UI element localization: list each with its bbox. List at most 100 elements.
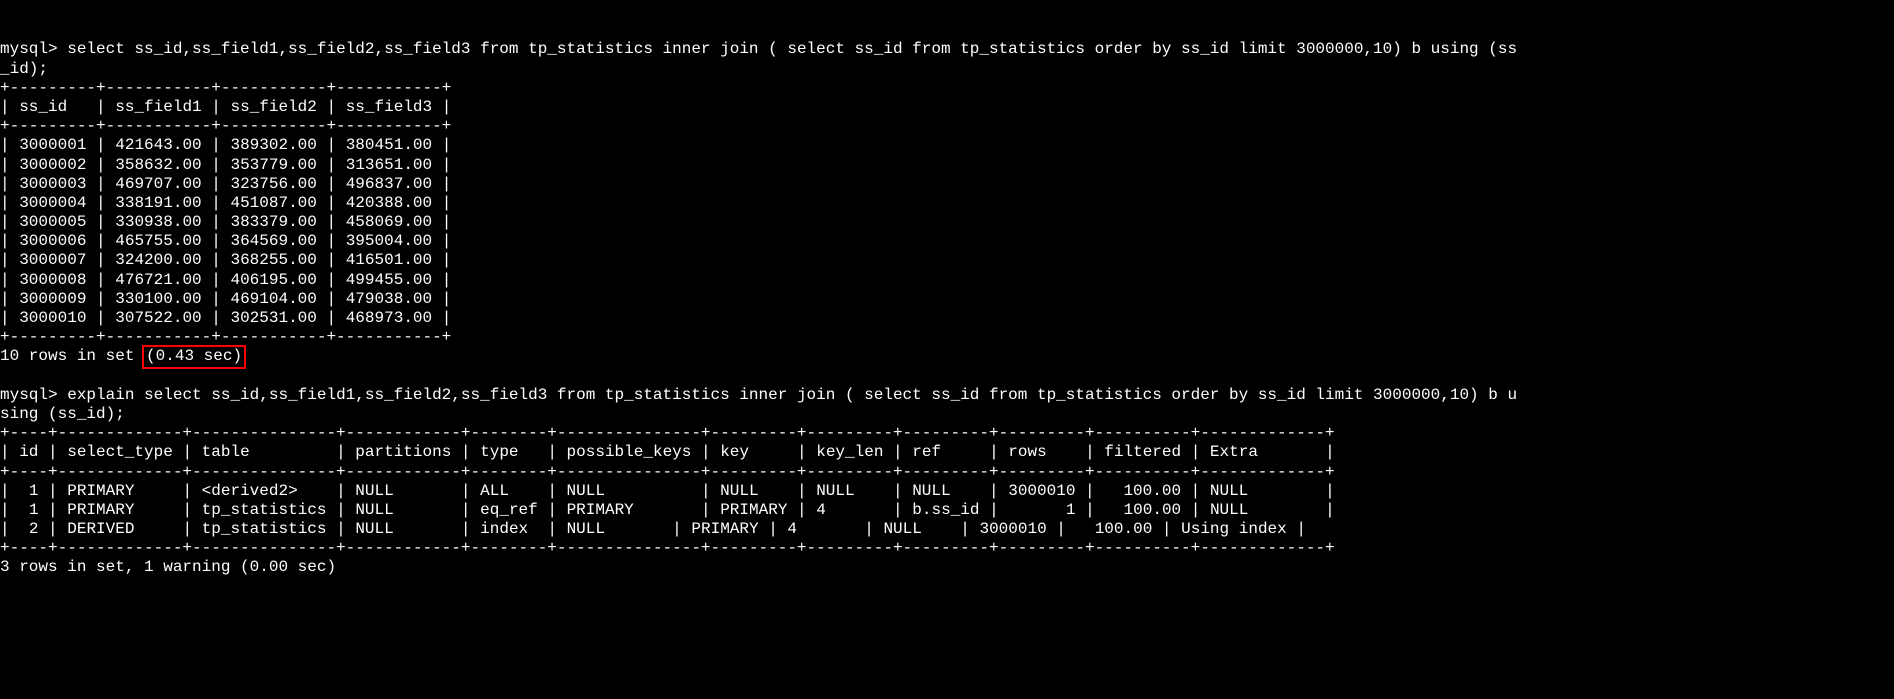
cell: 476721.00 — [115, 271, 201, 289]
cell: 465755.00 — [115, 232, 201, 250]
cell: 406195.00 — [230, 271, 316, 289]
prompt: mysql> — [0, 386, 58, 404]
cell: 100.00 — [1123, 482, 1181, 500]
table-border: +---------+-----------+-----------+-----… — [0, 117, 451, 135]
cell: 302531.00 — [230, 309, 316, 327]
table-border: +----+-------------+---------------+----… — [0, 539, 1335, 557]
cell: 469104.00 — [230, 290, 316, 308]
table-border: +----+-------------+---------------+----… — [0, 463, 1335, 481]
col-header: Extra — [1210, 443, 1258, 461]
cell: 380451.00 — [346, 136, 432, 154]
cell: DERIVED — [67, 520, 134, 538]
col-header: ref — [912, 443, 941, 461]
col-header: id — [19, 443, 38, 461]
sql-query: explain select ss_id,ss_field1,ss_field2… — [67, 386, 1517, 404]
cell: NULL — [883, 520, 921, 538]
col-header: select_type — [67, 443, 173, 461]
cell: 1 — [1066, 501, 1076, 519]
cell: 2 — [29, 520, 39, 538]
cell: NULL — [567, 520, 605, 538]
table-border: +---------+-----------+-----------+-----… — [0, 328, 451, 346]
cell: tp_statistics — [202, 520, 327, 538]
col-header: possible_keys — [567, 443, 692, 461]
cell: 338191.00 — [115, 194, 201, 212]
col-header: rows — [1008, 443, 1046, 461]
cell: 353779.00 — [230, 156, 316, 174]
cell: 358632.00 — [115, 156, 201, 174]
rows-summary: 3 rows in set, 1 warning (0.00 sec) — [0, 558, 336, 576]
cell: 1 — [29, 501, 39, 519]
cell: NULL — [355, 520, 393, 538]
cell: NULL — [1210, 501, 1248, 519]
cell: 458069.00 — [346, 213, 432, 231]
cell: tp_statistics — [202, 501, 327, 519]
sql-query: select ss_id,ss_field1,ss_field2,ss_fiel… — [67, 40, 1517, 58]
cell: 496837.00 — [346, 175, 432, 193]
cell: 3000004 — [19, 194, 86, 212]
sql-query-line2: _id); — [0, 60, 48, 78]
cell: eq_ref — [480, 501, 538, 519]
col-header: ss_field3 — [346, 98, 432, 116]
cell: 395004.00 — [346, 232, 432, 250]
cell: 3000010 — [1008, 482, 1075, 500]
cell: PRIMARY — [67, 501, 134, 519]
col-header: ss_field1 — [115, 98, 201, 116]
cell: 468973.00 — [346, 309, 432, 327]
col-header: key — [720, 443, 749, 461]
cell: ALL — [480, 482, 509, 500]
cell: 4 — [816, 501, 826, 519]
table-border: +---------+-----------+-----------+-----… — [0, 79, 451, 97]
cell: 3000001 — [19, 136, 86, 154]
cell: 330938.00 — [115, 213, 201, 231]
cell: NULL — [355, 501, 393, 519]
col-header: partitions — [355, 443, 451, 461]
cell: 451087.00 — [230, 194, 316, 212]
terminal[interactable]: mysql> select ss_id,ss_field1,ss_field2,… — [0, 38, 1894, 583]
cell: 100.00 — [1095, 520, 1153, 538]
cell: Using index — [1181, 520, 1287, 538]
cell: 3000009 — [19, 290, 86, 308]
col-header: table — [202, 443, 250, 461]
cell: 1 — [29, 482, 39, 500]
cell: 3000008 — [19, 271, 86, 289]
table-border: +----+-------------+---------------+----… — [0, 424, 1335, 442]
cell: b.ss_id — [912, 501, 979, 519]
col-header: filtered — [1104, 443, 1181, 461]
col-header: ss_field2 — [230, 98, 316, 116]
col-header: key_len — [816, 443, 883, 461]
cell: PRIMARY — [691, 520, 758, 538]
cell: NULL — [355, 482, 393, 500]
cell: NULL — [567, 482, 605, 500]
cell: PRIMARY — [720, 501, 787, 519]
rows-summary: 10 rows in set — [0, 347, 134, 365]
cell: NULL — [912, 482, 950, 500]
cell: 469707.00 — [115, 175, 201, 193]
col-header: ss_id — [19, 98, 67, 116]
timing-highlight: (0.43 sec) — [142, 345, 246, 368]
cell: PRIMARY — [567, 501, 634, 519]
cell: 479038.00 — [346, 290, 432, 308]
cell: 3000010 — [19, 309, 86, 327]
cell: PRIMARY — [67, 482, 134, 500]
cell: 389302.00 — [230, 136, 316, 154]
cell: 368255.00 — [230, 251, 316, 269]
cell: 499455.00 — [346, 271, 432, 289]
cell: NULL — [1210, 482, 1248, 500]
cell: 364569.00 — [230, 232, 316, 250]
cell: 3000007 — [19, 251, 86, 269]
cell: 3000005 — [19, 213, 86, 231]
cell: 421643.00 — [115, 136, 201, 154]
cell: 3000002 — [19, 156, 86, 174]
cell: 307522.00 — [115, 309, 201, 327]
sql-query-line2: sing (ss_id); — [0, 405, 125, 423]
col-header: type — [480, 443, 518, 461]
cell: 4 — [787, 520, 797, 538]
cell: NULL — [720, 482, 758, 500]
cell: 323756.00 — [230, 175, 316, 193]
cell: 3000006 — [19, 232, 86, 250]
cell: 313651.00 — [346, 156, 432, 174]
prompt: mysql> — [0, 40, 58, 58]
cell: 383379.00 — [230, 213, 316, 231]
cell: 416501.00 — [346, 251, 432, 269]
cell: 3000003 — [19, 175, 86, 193]
